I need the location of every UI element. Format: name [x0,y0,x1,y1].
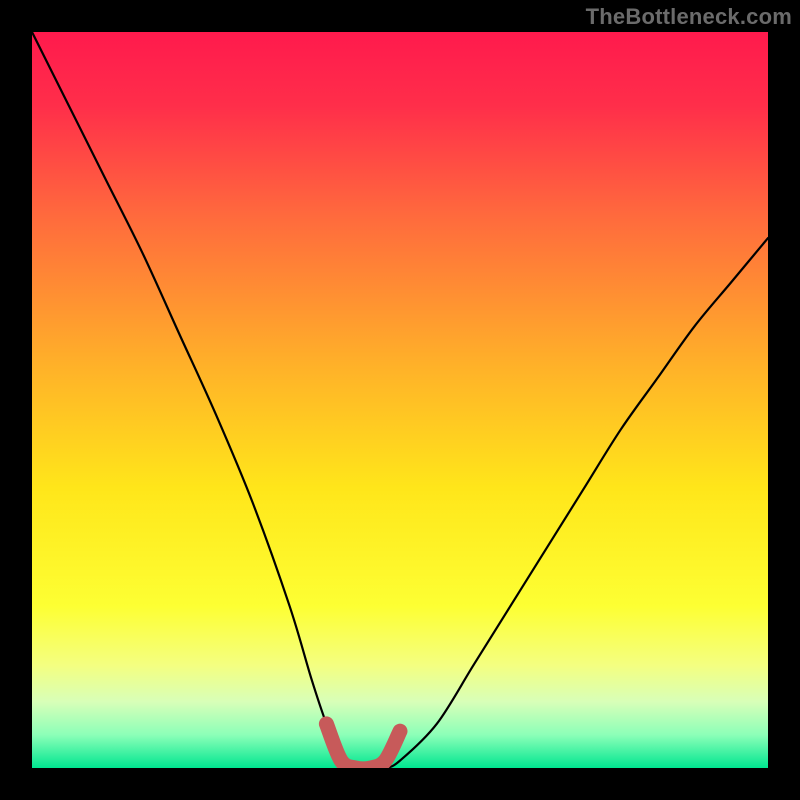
plot-area [32,32,768,768]
chart-frame: TheBottleneck.com [0,0,800,800]
chart-svg [32,32,768,768]
attribution-text: TheBottleneck.com [586,4,792,30]
gradient-background [32,32,768,768]
